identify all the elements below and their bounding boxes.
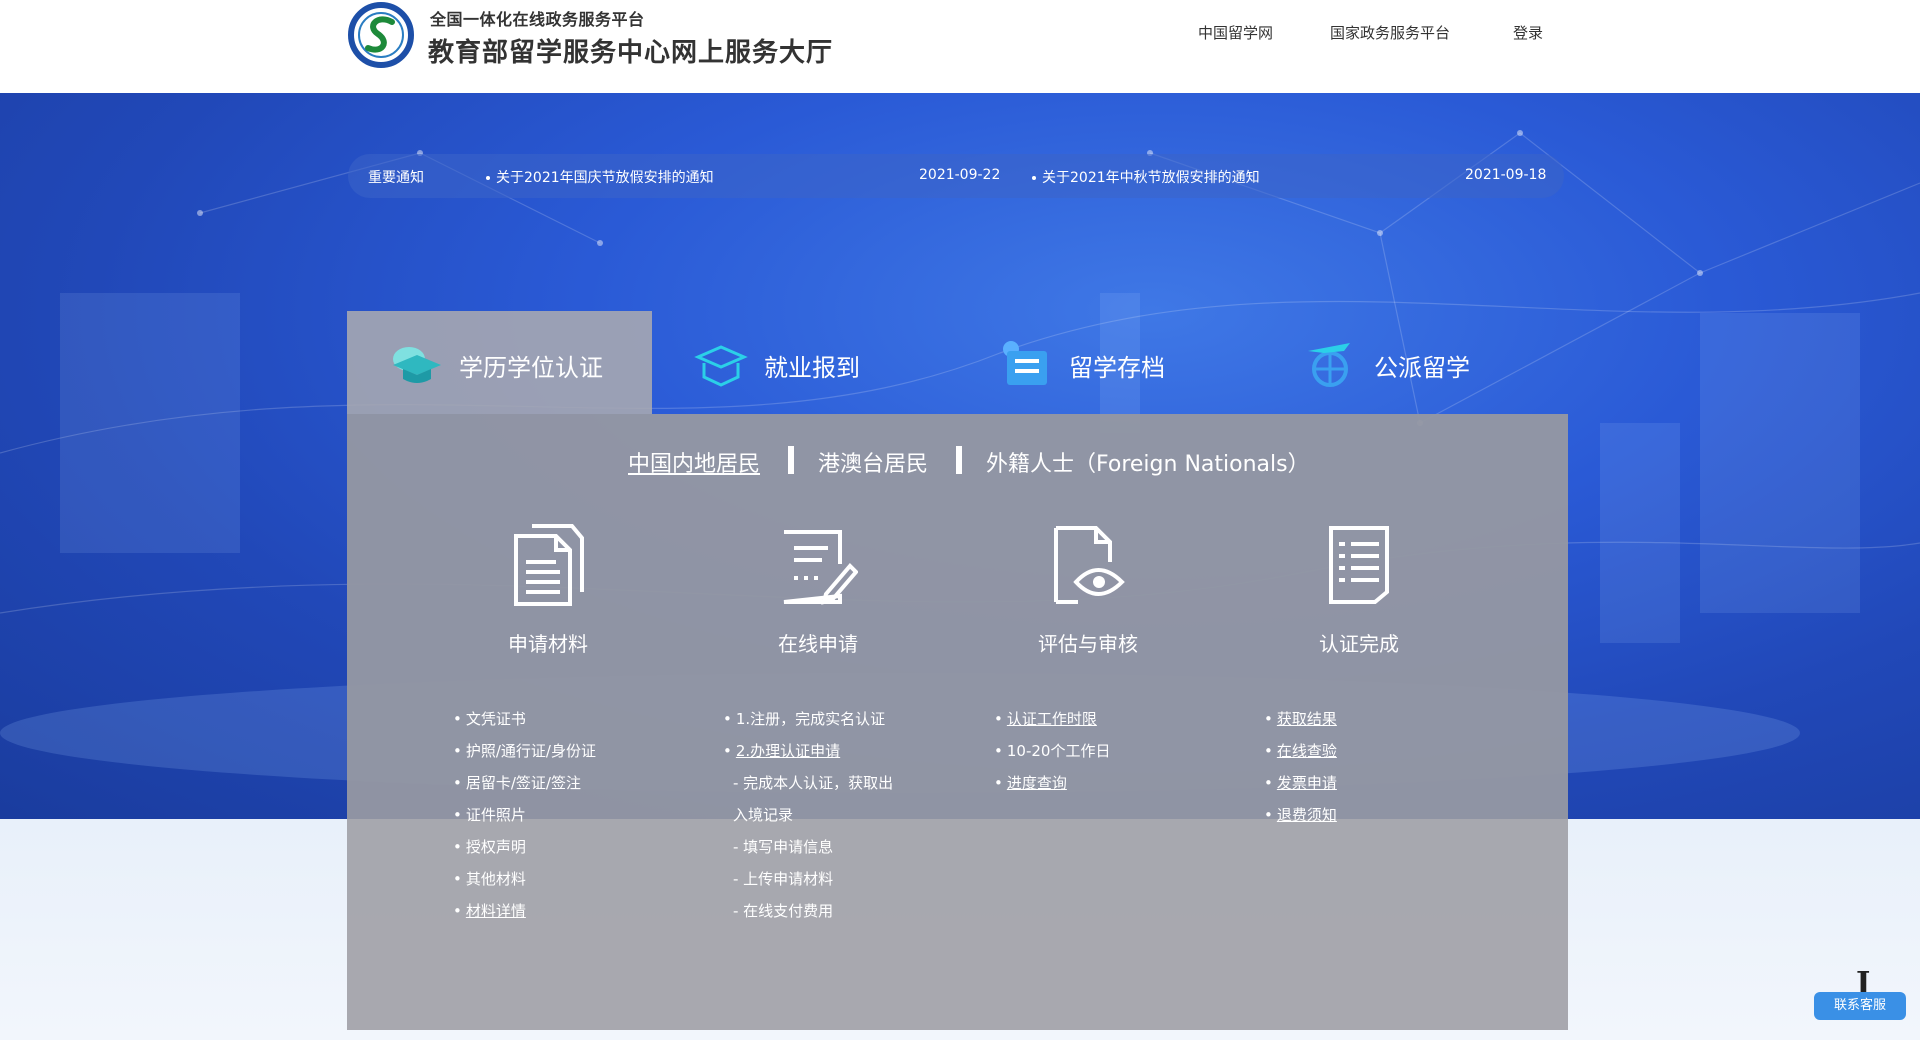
list-item: 其他材料	[453, 863, 596, 895]
platform-subtitle: 全国一体化在线政务服务平台	[430, 10, 645, 29]
tab-archive[interactable]: 留学存档	[957, 311, 1262, 414]
graduation-cap-icon	[393, 347, 441, 383]
nav-link-gov-platform[interactable]: 国家政务服务平台	[1330, 22, 1450, 43]
list-item: 认证工作时限	[994, 703, 1110, 735]
list-item: 护照/通行证/身份证	[453, 735, 596, 767]
progress-query-link[interactable]: 进度查询	[1007, 774, 1067, 792]
review-list: 认证工作时限 10-20个工作日 进度查询	[994, 703, 1111, 799]
materials-detail-link[interactable]: 材料详情	[466, 902, 526, 920]
list-item: 进度查询	[994, 767, 1110, 799]
notice-date-2: 2021-09-18	[1465, 167, 1547, 183]
list-item: 文凭证书	[453, 703, 596, 735]
step-label: 在线申请	[778, 632, 858, 656]
tab-gov-sponsored[interactable]: 公派留学	[1262, 311, 1567, 414]
list-item: 10-20个工作日	[994, 735, 1111, 767]
residency-hkmotw-link[interactable]: 港澳台居民	[818, 446, 928, 478]
notice-label: 重要通知	[368, 170, 424, 186]
list-item: 发票申请	[1264, 767, 1337, 799]
step-label: 认证完成	[1319, 632, 1399, 656]
customer-service-button[interactable]: 联系客服	[1814, 992, 1906, 1020]
list-item: 授权声明	[453, 831, 596, 863]
residency-foreign-link[interactable]: 外籍人士（Foreign Nationals）	[986, 446, 1310, 478]
site-logo-icon[interactable]	[348, 2, 414, 68]
online-verify-link[interactable]: 在线查验	[1277, 742, 1337, 760]
cap-box-icon	[694, 345, 748, 387]
tab-label: 学历学位认证	[459, 354, 603, 382]
bullet-icon	[1032, 176, 1036, 180]
step-online-apply: 在线申请	[728, 522, 908, 657]
get-result-link[interactable]: 获取结果	[1277, 710, 1337, 728]
tab-label: 留学存档	[1069, 354, 1165, 382]
document-eye-icon	[1054, 526, 1125, 604]
site-title[interactable]: 教育部留学服务中心网上服务大厅	[428, 32, 833, 69]
materials-detail-item: 材料详情	[453, 895, 596, 927]
tab-employment-report[interactable]: 就业报到	[652, 311, 957, 414]
notice-item-1[interactable]: 关于2021年国庆节放假安排的通知	[486, 167, 714, 187]
tab-label: 公派留学	[1374, 354, 1470, 382]
nav-link-cscse[interactable]: 中国留学网	[1198, 22, 1273, 43]
documents-icon	[514, 524, 584, 606]
list-item: 入境记录	[733, 806, 794, 824]
list-item: 2.办理认证申请	[723, 735, 893, 767]
form-edit-icon	[783, 530, 858, 605]
residency-mainland-link[interactable]: 中国内地居民	[628, 446, 760, 478]
step-materials: 申请材料	[458, 522, 638, 657]
list-item: - 上传申请材料	[733, 870, 834, 888]
plane-globe-icon	[1308, 343, 1350, 387]
list-item: 退费须知	[1264, 799, 1337, 831]
notice-item-2[interactable]: 关于2021年中秋节放假安排的通知	[1032, 167, 1260, 187]
list-item: - 完成本人认证，获取出	[733, 774, 894, 792]
apply-list: 1.注册，完成实名认证 2.办理认证申请 - 完成本人认证，获取出 入境记录 -…	[723, 703, 893, 927]
time-limit-link[interactable]: 认证工作时限	[1007, 710, 1097, 728]
divider	[788, 446, 794, 474]
apply-verification-link[interactable]: 2.办理认证申请	[736, 742, 840, 760]
tab-degree-verification[interactable]: 学历学位认证	[347, 311, 652, 414]
top-header: 全国一体化在线政务服务平台 教育部留学服务中心网上服务大厅 中国留学网 国家政务…	[0, 0, 1920, 93]
bullet-icon	[486, 176, 490, 180]
list-item: 1.注册，完成实名认证	[723, 703, 893, 735]
list-item: 获取结果	[1264, 703, 1337, 735]
tab-label: 就业报到	[764, 354, 860, 382]
list-item: - 在线支付费用	[733, 902, 834, 920]
list-item: 证件照片	[453, 799, 596, 831]
step-review: 评估与审核	[998, 522, 1178, 657]
list-item: - 填写申请信息	[733, 838, 834, 856]
step-complete: 认证完成	[1269, 522, 1449, 657]
archive-folder-icon	[1003, 341, 1047, 385]
list-item: 在线查验	[1264, 735, 1337, 767]
list-item: 居留卡/签证/签注	[453, 767, 596, 799]
materials-list: 文凭证书 护照/通行证/身份证 居留卡/签证/签注 证件照片 授权声明 其他材料…	[453, 703, 596, 927]
checklist-icon	[1329, 526, 1389, 604]
step-label: 申请材料	[508, 632, 588, 656]
invoice-request-link[interactable]: 发票申请	[1277, 774, 1337, 792]
step-label: 评估与审核	[1038, 632, 1138, 656]
complete-list: 获取结果 在线查验 发票申请 退费须知	[1264, 703, 1337, 831]
notice-date-1: 2021-09-22	[919, 167, 1001, 183]
notice-bar: 重要通知 关于2021年国庆节放假安排的通知 2021-09-22 关于2021…	[348, 154, 1564, 198]
divider	[956, 446, 962, 474]
refund-notice-link[interactable]: 退费须知	[1277, 806, 1337, 824]
login-link[interactable]: 登录	[1513, 22, 1543, 43]
